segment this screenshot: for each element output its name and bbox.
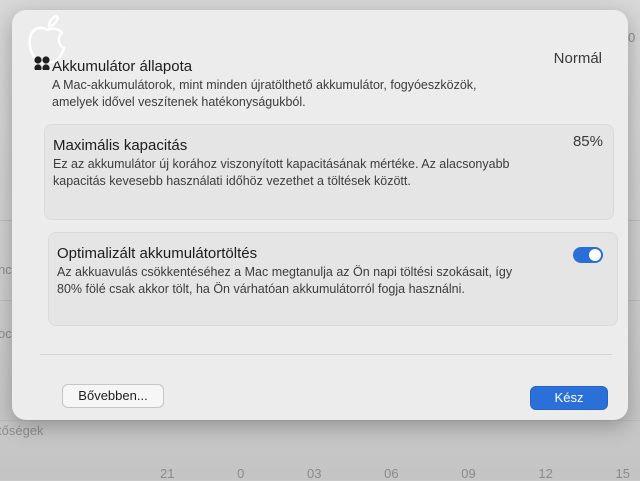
done-button[interactable]: Kész (530, 386, 608, 410)
optimized-charging-section: Optimalizált akkumulátortöltés Az akkuav… (48, 232, 618, 326)
axis-label: 03 (307, 466, 322, 481)
background-divider (0, 420, 640, 421)
axis-label: 21 (160, 466, 175, 481)
battery-sheet-dialog: Akkumulátor állapota A Mac-akkumulátorok… (12, 10, 628, 420)
battery-health-description: A Mac-akkumulátorok, mint minden újratöl… (52, 78, 477, 109)
max-capacity-section: Maximális kapacitás Ez az akkumulátor új… (44, 124, 614, 220)
optimized-charging-description: Az akkuavulás csökkentéséhez a Mac megta… (57, 265, 513, 296)
background-time-axis: 21 0 03 06 09 12 15 (160, 466, 630, 481)
axis-label: 09 (461, 466, 476, 481)
max-capacity-value: 85% (572, 133, 603, 150)
battery-health-section: Akkumulátor állapota A Mac-akkumulátorok… (44, 44, 612, 122)
apple-logo-icon (28, 14, 66, 70)
footer-divider (40, 354, 612, 355)
axis-label: 15 (615, 466, 630, 481)
background-label: tőségek (0, 423, 44, 438)
battery-health-title: Akkumulátor állapota (52, 58, 193, 75)
axis-label: 06 (384, 466, 399, 481)
optimized-charging-toggle[interactable] (573, 247, 603, 263)
toggle-knob (589, 249, 601, 261)
max-capacity-title: Maximális kapacitás (53, 137, 188, 154)
axis-label: 12 (538, 466, 553, 481)
battery-health-value: Normál (553, 50, 602, 67)
background-corner-digit: 0 (628, 30, 636, 45)
optimized-charging-title: Optimalizált akkumulátortöltés (57, 245, 258, 262)
more-info-button[interactable]: Bővebben... (62, 384, 164, 408)
axis-label: 0 (237, 466, 245, 481)
max-capacity-description: Ez az akkumulátor új korához viszonyítot… (53, 157, 510, 188)
